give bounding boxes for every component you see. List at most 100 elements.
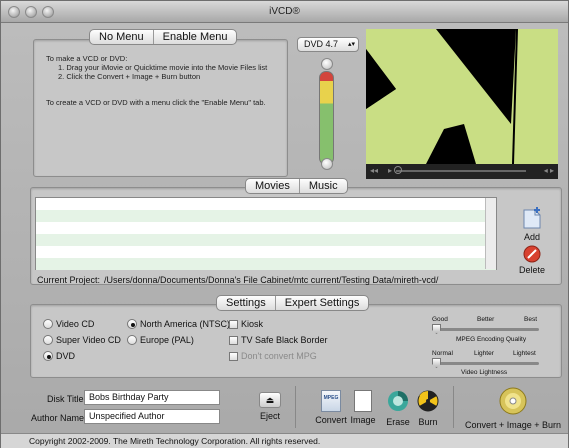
playhead-knob[interactable] [394, 166, 402, 174]
list-row[interactable] [36, 246, 496, 258]
eject-label: Eject [259, 411, 280, 421]
convert-image-burn-label: Convert + Image + Burn [464, 420, 562, 430]
radio-video-cd[interactable]: Video CD [43, 319, 94, 329]
author-name-label: Author Name: [31, 413, 87, 423]
list-scrollbar[interactable] [485, 198, 496, 269]
app-window: iVCD® No Menu Enable Menu To make a VCD … [0, 0, 569, 448]
tab-no-menu[interactable]: No Menu [90, 30, 153, 44]
erase-button[interactable]: Erase [383, 390, 413, 427]
lightness-lighter-label: Lighter [474, 350, 494, 357]
lightness-normal-label: Normal [432, 350, 453, 357]
preview-frame-image [366, 29, 558, 164]
tab-music[interactable]: Music [298, 179, 347, 193]
checkbox-box [229, 336, 238, 345]
close-window-button[interactable] [8, 6, 20, 18]
window-title: iVCD® [269, 6, 300, 17]
radio-circle [127, 335, 137, 345]
quality-best-label: Best [524, 316, 538, 323]
convert-label: Convert [315, 415, 347, 425]
fast-forward-icon[interactable]: ◂ ▸ [544, 166, 554, 175]
copyright-footer: Copyright 2002-2009. The Mireth Technolo… [1, 433, 568, 448]
tab-settings[interactable]: Settings [217, 296, 275, 310]
radio-video-cd-label: Video CD [56, 319, 95, 329]
instruction-line-3: 2. Click the Convert + Image + Burn butt… [58, 72, 201, 81]
convert-button[interactable]: MPEG Convert [314, 390, 348, 425]
radio-pal-label: Europe (PAL) [140, 335, 194, 345]
checkbox-tv-safe-label: TV Safe Black Border [241, 335, 328, 345]
list-row[interactable] [36, 198, 496, 210]
eject-icon: ⏏ [259, 392, 281, 408]
radio-super-video-cd-label: Super Video CD [56, 335, 121, 345]
media-tabs: Movies Music [245, 178, 348, 194]
radio-super-video-cd[interactable]: Super Video CD [43, 335, 121, 345]
tab-enable-menu[interactable]: Enable Menu [152, 30, 237, 44]
list-row[interactable] [36, 258, 496, 270]
burn-button[interactable]: Burn [413, 390, 443, 427]
burn-radiation-icon [417, 390, 439, 412]
disk-title-label: Disk Title: [47, 394, 87, 404]
checkbox-tv-safe[interactable]: TV Safe Black Border [229, 335, 328, 345]
quality-better-label: Better [477, 316, 495, 323]
minimize-window-button[interactable] [25, 6, 37, 18]
tab-movies[interactable]: Movies [246, 179, 299, 193]
cd-disc-icon [499, 387, 527, 415]
checkbox-kiosk-label: Kiosk [241, 319, 264, 329]
add-file-icon [523, 207, 541, 229]
meter-top-knob [321, 58, 333, 70]
title-bar: iVCD® [1, 1, 568, 23]
checkbox-box [229, 352, 238, 361]
mpeg-file-icon: MPEG [321, 390, 341, 412]
list-row[interactable] [36, 222, 496, 234]
movie-files-list[interactable] [35, 197, 497, 270]
list-row[interactable] [36, 210, 496, 222]
checkbox-dont-convert-label: Don't convert MPG [241, 351, 317, 361]
radio-ntsc-label: North America (NTSC) [140, 319, 231, 329]
video-preview [366, 29, 558, 164]
radio-dvd[interactable]: DVD [43, 351, 75, 361]
convert-image-burn-button[interactable]: Convert + Image + Burn [461, 387, 565, 430]
rewind-icon[interactable]: ◂◂ [370, 166, 378, 175]
delete-button[interactable]: Delete [516, 245, 548, 275]
radio-circle [43, 335, 53, 345]
playback-bar: ◂◂ ▸ ◂ ▸ [366, 164, 558, 179]
burn-label: Burn [418, 417, 438, 427]
radio-circle [43, 319, 53, 329]
delete-label: Delete [518, 265, 545, 275]
radio-circle-selected [127, 319, 137, 329]
delete-icon [523, 245, 541, 263]
instruction-line-2: 1. Drag your iMovie or Quicktime movie i… [58, 63, 268, 72]
disk-title-input[interactable]: Bobs Birthday Party [84, 390, 220, 405]
checkbox-kiosk[interactable]: Kiosk [229, 319, 263, 329]
disc-size-value: DVD 4.7 [304, 39, 339, 49]
zoom-window-button[interactable] [42, 6, 54, 18]
updown-arrows-icon: ▴▾ [347, 41, 355, 48]
radio-ntsc[interactable]: North America (NTSC) [127, 319, 230, 329]
quality-caption: MPEG Encoding Quality [456, 336, 527, 343]
radio-dvd-label: DVD [56, 351, 76, 361]
instruction-line-1: To make a VCD or DVD: [46, 54, 128, 63]
toolbar-divider [453, 386, 454, 428]
quality-slider-track[interactable] [435, 328, 539, 331]
list-row[interactable] [36, 234, 496, 246]
radio-pal[interactable]: Europe (PAL) [127, 335, 194, 345]
eject-button[interactable]: ⏏ Eject [255, 392, 285, 421]
disc-size-select[interactable]: DVD 4.7 ▴▾ [297, 37, 359, 52]
add-label: Add [523, 232, 540, 242]
playhead-slider[interactable] [396, 170, 526, 172]
menu-tabs: No Menu Enable Menu [89, 29, 238, 45]
current-project-path: /Users/donna/Documents/Donna's File Cabi… [104, 275, 439, 285]
erase-label: Erase [386, 417, 410, 427]
lightness-slider-track[interactable] [435, 362, 539, 365]
add-button[interactable]: Add [518, 206, 546, 242]
meter-bottom-knob [321, 158, 333, 170]
author-name-input[interactable]: Unspecified Author [84, 409, 220, 424]
mpeg-badge-text: MPEG [323, 395, 339, 401]
capacity-meter [319, 71, 334, 165]
toolbar-divider [295, 386, 296, 428]
play-icon[interactable]: ▸ [388, 166, 392, 175]
tab-expert-settings[interactable]: Expert Settings [274, 296, 369, 310]
erase-icon [388, 391, 408, 411]
image-button[interactable]: Image [348, 390, 378, 425]
checkbox-dont-convert-mpg: Don't convert MPG [229, 351, 317, 361]
radio-circle-selected [43, 351, 53, 361]
